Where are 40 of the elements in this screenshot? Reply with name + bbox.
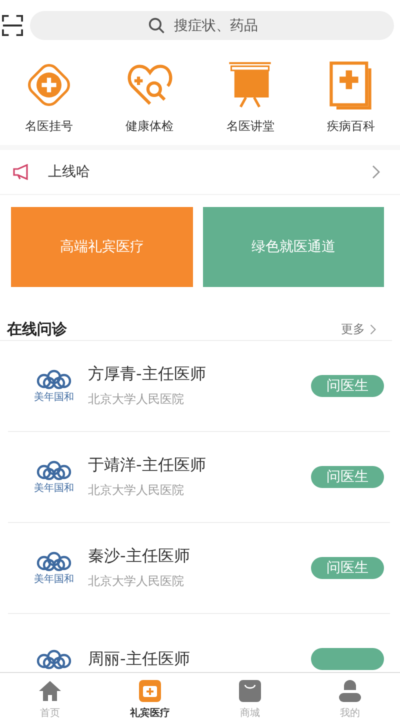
shortcut-label: 名医讲堂	[226, 118, 274, 135]
notice-text: 上线哈	[48, 163, 91, 181]
shopping-bag-icon	[238, 678, 262, 702]
shortcut-item[interactable]: 名医挂号	[4, 60, 94, 145]
doctor-name: 秦沙-主任医师	[88, 546, 191, 567]
doctor-name: 于靖洋-主任医师	[88, 455, 207, 476]
clover-logo-icon	[34, 368, 74, 390]
doctor-row[interactable]: 美年国和 于靖洋-主任医师 北京大学人民医院 问医生	[8, 432, 390, 523]
clover-logo-icon	[34, 459, 74, 481]
doctor-name: 周丽-主任医师	[88, 648, 191, 670]
doctor-name: 方厚青-主任医师	[88, 364, 207, 385]
chevron-right-icon	[372, 165, 380, 179]
hospital-name: 北京大学人民医院	[88, 391, 185, 408]
home-icon	[38, 678, 62, 702]
scan-icon[interactable]	[2, 15, 23, 36]
logo-text: 美年国和	[34, 390, 74, 404]
shortcut-item[interactable]: 名医讲堂	[205, 60, 296, 145]
shortcut-label: 名医挂号	[25, 118, 73, 135]
doctor-row[interactable]: 美年国和 方厚青-主任医师 北京大学人民医院 问医生	[8, 341, 390, 432]
hospital-name: 北京大学人民医院	[88, 573, 185, 590]
section-title: 在线问诊	[7, 320, 67, 339]
search-field[interactable]: 搜症状、药品	[172, 16, 276, 34]
logo-text: 美年国和	[34, 572, 74, 586]
ask-doctor-button[interactable]	[311, 648, 384, 670]
clover-logo-icon	[34, 550, 74, 572]
shortcut-item[interactable]: 健康体检	[104, 60, 195, 145]
shortcut-item[interactable]: 疾病百科	[306, 60, 396, 145]
more-link[interactable]: 更多	[341, 321, 376, 338]
clover-logo-icon	[34, 648, 74, 670]
chevron-right-icon	[370, 324, 376, 335]
doctor-row[interactable]: 美年国和 秦沙-主任医师 北京大学人民医院 问医生	[8, 523, 390, 614]
notice-bar[interactable]: 上线哈	[0, 150, 400, 195]
hospital-name: 北京大学人民医院	[88, 482, 185, 499]
logo-text: 美年国和	[34, 482, 74, 495]
tab-item[interactable]: 礼宾医疗	[100, 673, 200, 725]
shortcut-label: 疾病百科	[326, 118, 375, 135]
medical-kit-icon	[138, 678, 162, 702]
shortcut-label: 健康体检	[126, 118, 174, 135]
user-icon	[338, 678, 362, 702]
search-icon	[148, 16, 166, 34]
